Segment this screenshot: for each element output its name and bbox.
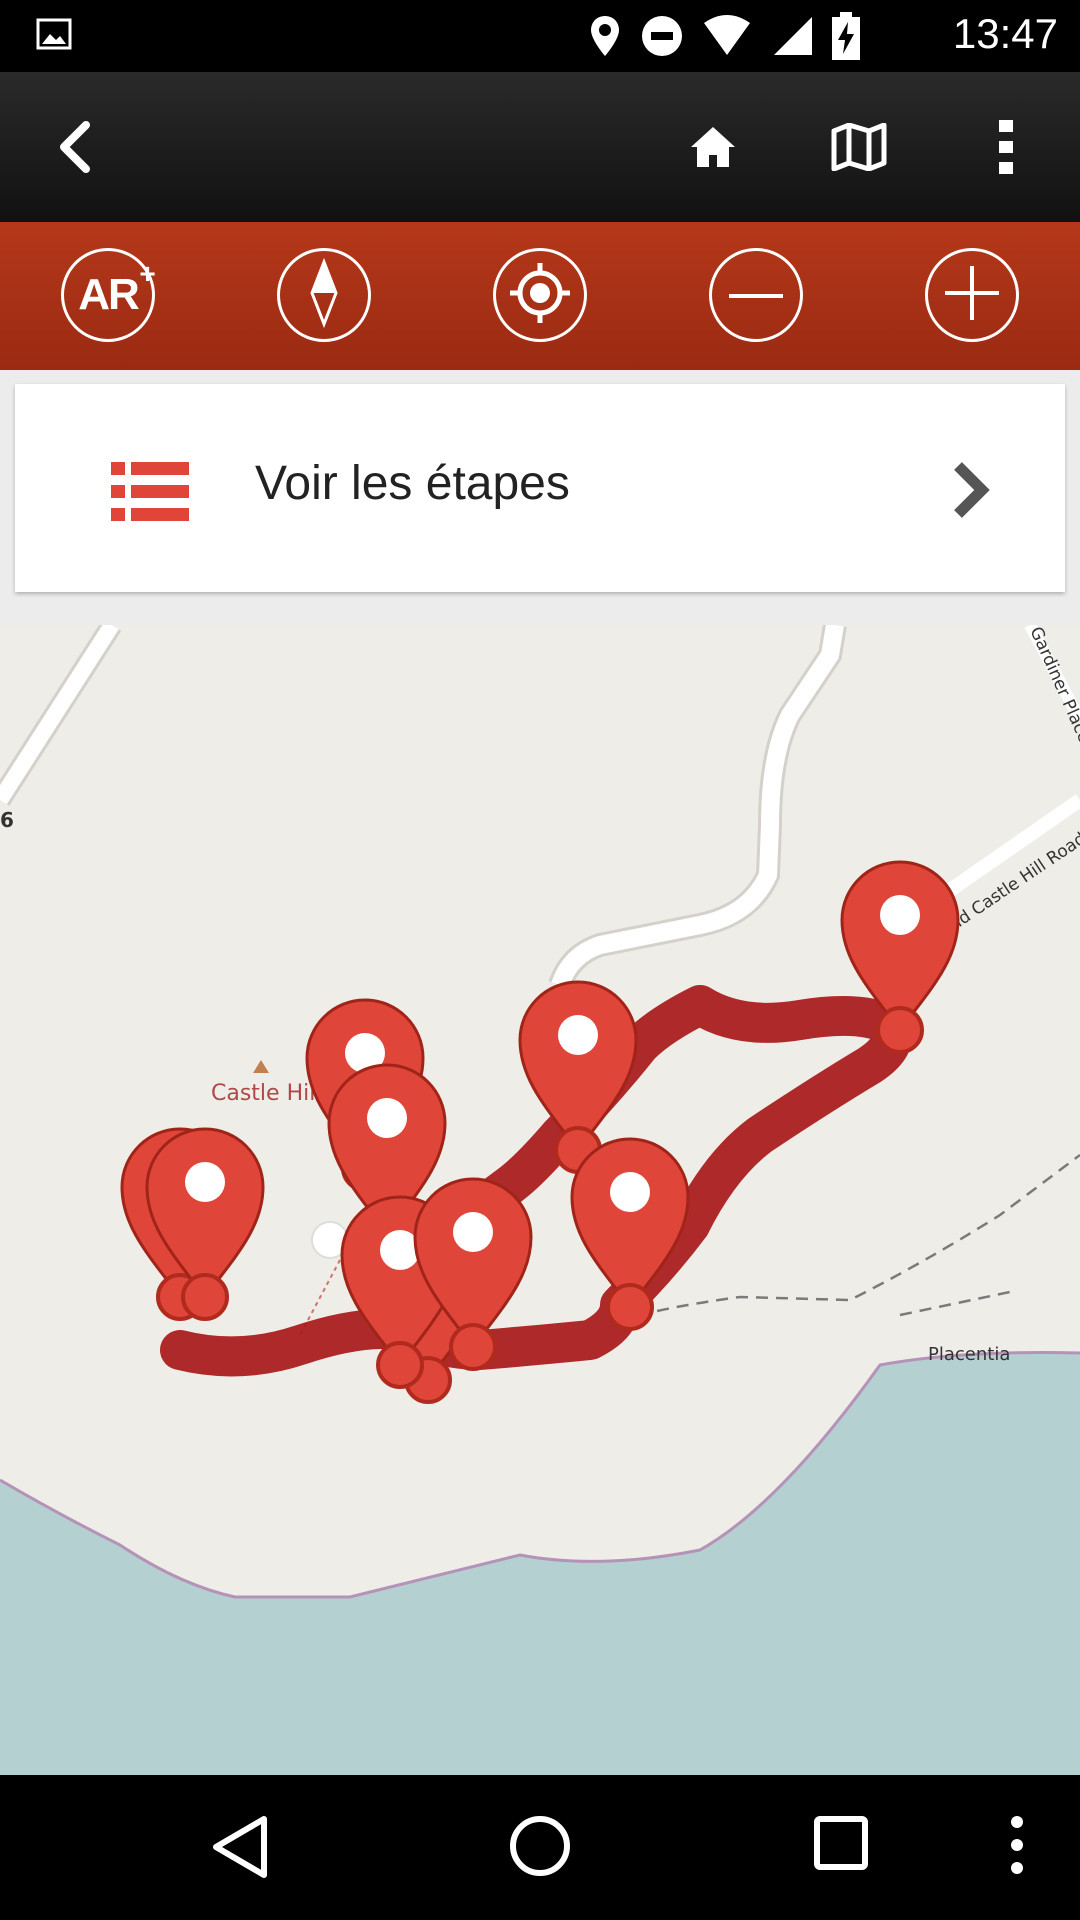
steps-card[interactable]: Voir les étapes xyxy=(15,384,1065,592)
marker-9 xyxy=(570,1137,690,1331)
ar-icon: AR + xyxy=(78,258,156,320)
list-icon xyxy=(111,462,189,526)
more-vert-icon[interactable] xyxy=(976,117,1036,177)
footpath-2 xyxy=(899,1290,1011,1317)
compass-icon xyxy=(309,257,339,332)
nav-more-vert-icon[interactable] xyxy=(1010,1815,1024,1879)
map-canvas: Castle Hill 6 Old Castle Hill Road Gardi… xyxy=(0,625,1080,1775)
map-label-placentia: Placentia xyxy=(928,1344,1010,1365)
back-triangle-icon[interactable] xyxy=(210,1815,270,1883)
home-circle-icon[interactable] xyxy=(509,1815,571,1881)
sea-area xyxy=(0,1352,1080,1775)
zoom-out-icon xyxy=(729,286,783,305)
map-toolbar: AR + xyxy=(0,222,1080,370)
system-nav-bar xyxy=(0,1775,1080,1920)
map-icon[interactable] xyxy=(829,117,889,177)
map-label-gardiner-place: Gardiner Place xyxy=(1025,625,1080,746)
ar-plus: + xyxy=(139,258,155,289)
home-icon[interactable] xyxy=(683,117,743,177)
locate-button[interactable] xyxy=(493,248,587,342)
steps-label: Voir les étapes xyxy=(255,457,570,510)
zoom-in-icon xyxy=(945,266,999,324)
map-label-castle-hill: Castle Hill xyxy=(211,1081,321,1106)
status-bar: 13:47 xyxy=(0,0,1080,72)
zoom-in-button[interactable] xyxy=(925,248,1019,342)
do-not-disturb-icon xyxy=(640,14,684,62)
status-time: 13:47 xyxy=(952,10,1058,57)
map-label-road-number: 6 xyxy=(0,808,14,832)
battery-charging-icon xyxy=(832,12,860,64)
signal-icon xyxy=(770,15,814,61)
map-view[interactable]: Castle Hill 6 Old Castle Hill Road Gardi… xyxy=(0,625,1080,1775)
chevron-right-icon xyxy=(950,460,992,524)
location-icon xyxy=(588,14,622,62)
ar-button[interactable]: AR + xyxy=(61,248,156,342)
wifi-icon xyxy=(702,15,752,61)
compass-button[interactable] xyxy=(277,248,371,342)
back-icon[interactable] xyxy=(44,117,104,177)
image-icon xyxy=(36,16,72,56)
recents-square-icon[interactable] xyxy=(813,1815,869,1875)
zoom-out-button[interactable] xyxy=(709,248,803,342)
peak-icon xyxy=(253,1060,269,1073)
locate-icon xyxy=(508,261,572,329)
app-bar xyxy=(0,72,1080,222)
ar-label: AR xyxy=(78,270,140,319)
